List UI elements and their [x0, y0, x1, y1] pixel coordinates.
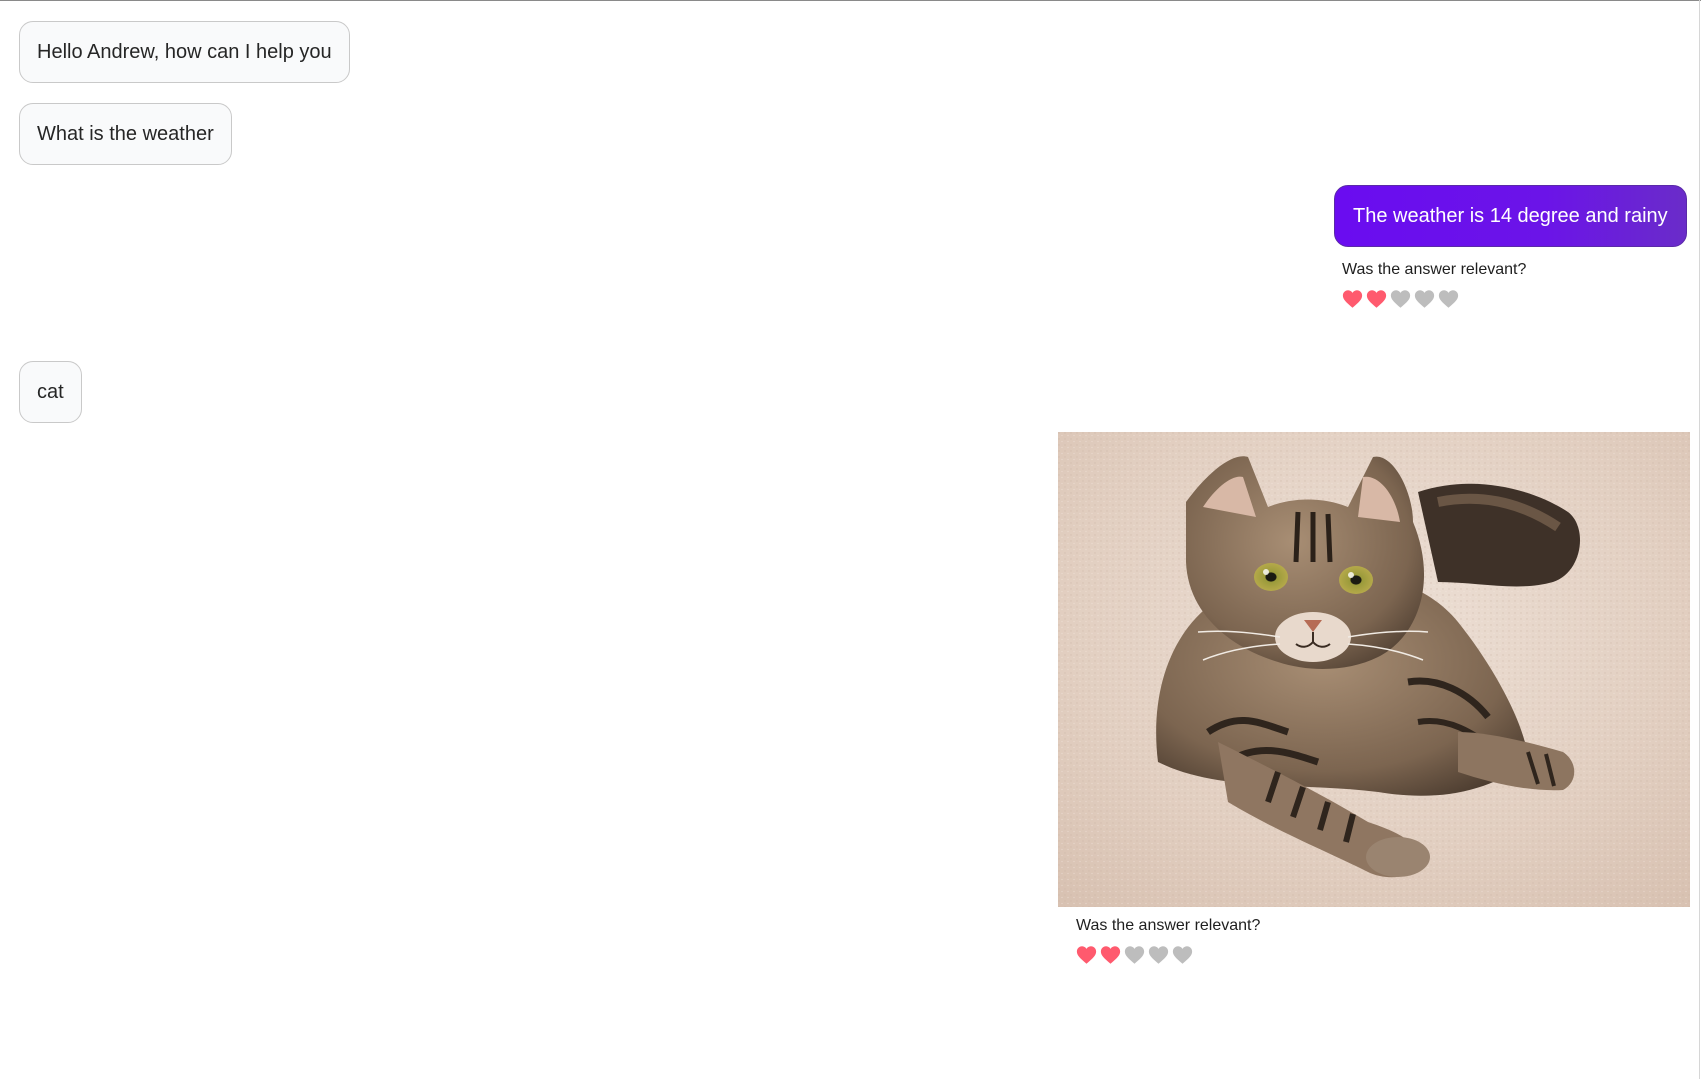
message-weather-question: What is the weather: [19, 103, 232, 165]
feedback-question: Was the answer relevant?: [1076, 917, 1261, 934]
bot-answer-weather: The weather is 14 degree and rainy Was t…: [1334, 185, 1687, 311]
message-greeting: Hello Andrew, how can I help you: [19, 21, 350, 83]
bot-answer-bubble: The weather is 14 degree and rainy: [1334, 185, 1687, 247]
heart-icon[interactable]: [1076, 945, 1097, 965]
heart-icon[interactable]: [1342, 289, 1363, 309]
cat-photo: [1058, 432, 1690, 907]
rating-hearts[interactable]: [1342, 289, 1687, 311]
heart-icon[interactable]: [1414, 289, 1435, 309]
rating-hearts[interactable]: [1076, 945, 1690, 967]
heart-icon[interactable]: [1148, 945, 1169, 965]
heart-icon[interactable]: [1438, 289, 1459, 309]
feedback-question: Was the answer relevant?: [1342, 261, 1527, 278]
heart-icon[interactable]: [1124, 945, 1145, 965]
heart-icon[interactable]: [1172, 945, 1193, 965]
heart-icon[interactable]: [1366, 289, 1387, 309]
bot-answer-image: Was the answer relevant?: [1058, 432, 1690, 967]
heart-icon[interactable]: [1100, 945, 1121, 965]
chat-area: Hello Andrew, how can I help you What is…: [0, 0, 1701, 1079]
message-cat: cat: [19, 361, 82, 423]
heart-icon[interactable]: [1390, 289, 1411, 309]
